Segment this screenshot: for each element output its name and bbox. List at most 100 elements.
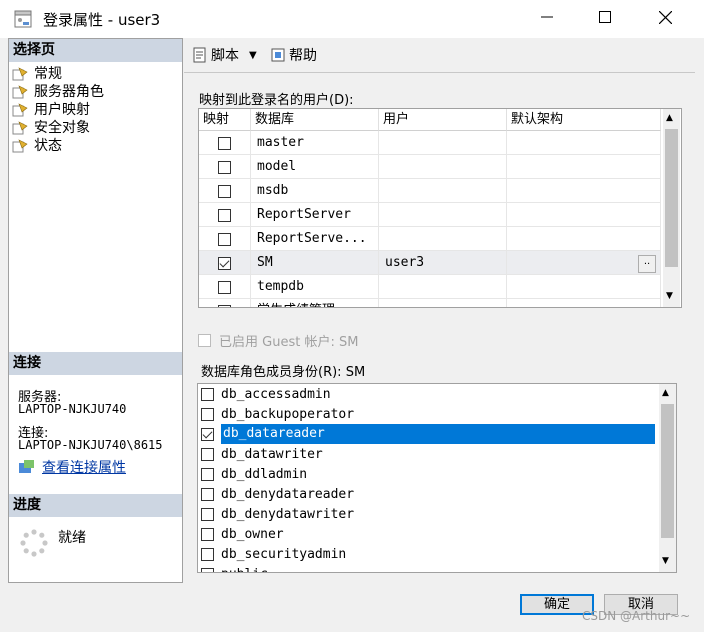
guest-account-option: 已启用 Guest 帐户: SM xyxy=(198,331,358,350)
page-item-label: 常规 xyxy=(34,66,62,82)
list-item[interactable]: db_securityadmin xyxy=(200,544,655,564)
role-name: db_datareader xyxy=(221,424,655,444)
column-header-mapped[interactable]: 映射 xyxy=(199,109,251,131)
schema-cell[interactable] xyxy=(507,299,661,307)
user-cell[interactable] xyxy=(379,203,507,227)
scroll-down-icon[interactable]: ▼ xyxy=(662,556,669,566)
button-bar xyxy=(0,584,704,632)
role-name: db_denydatareader xyxy=(221,486,355,502)
user-cell[interactable] xyxy=(379,299,507,307)
roles-scrollbar[interactable]: ▲ ▼ xyxy=(659,384,676,572)
database-role-list[interactable]: db_accessadmin db_backupoperator db_data… xyxy=(197,383,677,573)
list-item[interactable]: db_owner xyxy=(200,524,655,544)
window-title: 登录属性 - user3 xyxy=(43,11,161,29)
column-header-database[interactable]: 数据库 xyxy=(251,109,379,131)
mapped-checkbox[interactable] xyxy=(218,208,231,222)
role-name: db_securityadmin xyxy=(221,546,347,562)
page-item-status[interactable]: 状态 xyxy=(12,137,62,155)
page-item-server-roles[interactable]: 服务器角色 xyxy=(12,83,104,101)
column-header-user[interactable]: 用户 xyxy=(379,109,507,131)
help-label: 帮助 xyxy=(289,48,317,64)
role-name: public xyxy=(221,567,268,573)
list-item[interactable]: db_backupoperator xyxy=(200,404,655,424)
column-header-default-schema[interactable]: 默认架构 xyxy=(507,109,661,131)
list-item[interactable]: db_datawriter xyxy=(200,444,655,464)
schema-cell-container[interactable]: .. xyxy=(507,251,661,275)
close-button[interactable] xyxy=(636,0,694,38)
minimize-icon xyxy=(541,11,553,27)
mapped-checkbox[interactable] xyxy=(218,184,231,198)
user-cell[interactable] xyxy=(379,131,507,155)
schema-cell[interactable] xyxy=(507,131,661,155)
script-button[interactable]: 脚本 ▼ xyxy=(192,45,257,65)
table-row-selected[interactable]: SM user3 .. xyxy=(199,251,661,275)
mapped-checkbox[interactable] xyxy=(218,304,231,307)
mapped-checkbox[interactable] xyxy=(218,136,231,150)
role-checkbox[interactable] xyxy=(201,507,214,521)
schema-cell[interactable] xyxy=(507,275,661,299)
maximize-button[interactable] xyxy=(576,0,634,38)
role-checkbox[interactable] xyxy=(201,527,214,541)
page-item-user-mapping[interactable]: 用户映射 xyxy=(12,101,90,119)
list-item[interactable]: public xyxy=(200,564,655,573)
role-checkbox[interactable] xyxy=(201,447,214,461)
role-checkbox[interactable] xyxy=(201,407,214,421)
browse-schema-button[interactable]: .. xyxy=(638,255,656,273)
list-item[interactable]: db_ddladmin xyxy=(200,464,655,484)
table-row[interactable]: 学生成绩管理 xyxy=(199,299,661,307)
page-wrench-icon xyxy=(12,103,28,117)
role-name: db_accessadmin xyxy=(221,386,331,402)
user-cell[interactable] xyxy=(379,179,507,203)
database-cell: ReportServer xyxy=(251,203,379,227)
schema-cell[interactable] xyxy=(507,179,661,203)
mapping-scrollbar[interactable]: ▲ ▼ xyxy=(663,109,680,307)
user-cell[interactable] xyxy=(379,155,507,179)
scrollbar-thumb[interactable] xyxy=(665,129,678,267)
chevron-down-icon: ▼ xyxy=(249,49,257,61)
schema-cell[interactable] xyxy=(507,203,661,227)
role-checkbox[interactable] xyxy=(201,427,214,441)
user-cell[interactable]: user3 xyxy=(379,251,507,275)
help-button[interactable]: 帮助 xyxy=(270,45,317,65)
select-page-header: 选择页 xyxy=(9,39,182,62)
scroll-down-icon[interactable]: ▼ xyxy=(666,291,673,301)
role-checkbox[interactable] xyxy=(201,487,214,501)
title-bar: 登录属性 - user3 xyxy=(0,0,704,38)
mapped-checkbox[interactable] xyxy=(218,256,231,270)
table-row[interactable]: ReportServer xyxy=(199,203,661,227)
script-label: 脚本 xyxy=(211,48,239,64)
view-connection-properties-link[interactable]: 查看连接属性 xyxy=(18,457,126,477)
user-cell[interactable] xyxy=(379,275,507,299)
list-item[interactable]: db_denydatawriter xyxy=(200,504,655,524)
table-row[interactable]: model xyxy=(199,155,661,179)
role-checkbox[interactable] xyxy=(201,547,214,561)
table-row[interactable]: ReportServe... xyxy=(199,227,661,251)
schema-cell[interactable] xyxy=(507,155,661,179)
server-value: LAPTOP-NJKJU740 xyxy=(18,402,127,416)
script-icon xyxy=(193,47,206,63)
list-item[interactable]: db_denydatareader xyxy=(200,484,655,504)
schema-cell[interactable] xyxy=(507,227,661,251)
scroll-up-icon[interactable]: ▲ xyxy=(662,388,669,398)
list-item-selected[interactable]: db_datareader xyxy=(200,424,655,444)
page-item-label: 用户映射 xyxy=(34,102,90,118)
list-item[interactable]: db_accessadmin xyxy=(200,384,655,404)
mapped-checkbox[interactable] xyxy=(218,160,231,174)
page-item-securables[interactable]: 安全对象 xyxy=(12,119,90,137)
role-checkbox[interactable] xyxy=(201,567,214,572)
table-row[interactable]: tempdb xyxy=(199,275,661,299)
scroll-up-icon[interactable]: ▲ xyxy=(666,113,673,123)
table-row[interactable]: master xyxy=(199,131,661,155)
minimize-button[interactable] xyxy=(518,0,576,38)
user-mapping-grid[interactable]: 映射 数据库 用户 默认架构 master model msdb ReportS… xyxy=(198,108,682,308)
user-cell[interactable] xyxy=(379,227,507,251)
table-row[interactable]: msdb xyxy=(199,179,661,203)
database-cell: 学生成绩管理 xyxy=(251,299,379,307)
mapped-checkbox[interactable] xyxy=(218,280,231,294)
mapped-checkbox[interactable] xyxy=(218,232,231,246)
page-item-general[interactable]: 常规 xyxy=(12,65,62,83)
database-cell: tempdb xyxy=(251,275,379,299)
scrollbar-thumb[interactable] xyxy=(661,404,674,538)
role-checkbox[interactable] xyxy=(201,387,214,401)
role-checkbox[interactable] xyxy=(201,467,214,481)
